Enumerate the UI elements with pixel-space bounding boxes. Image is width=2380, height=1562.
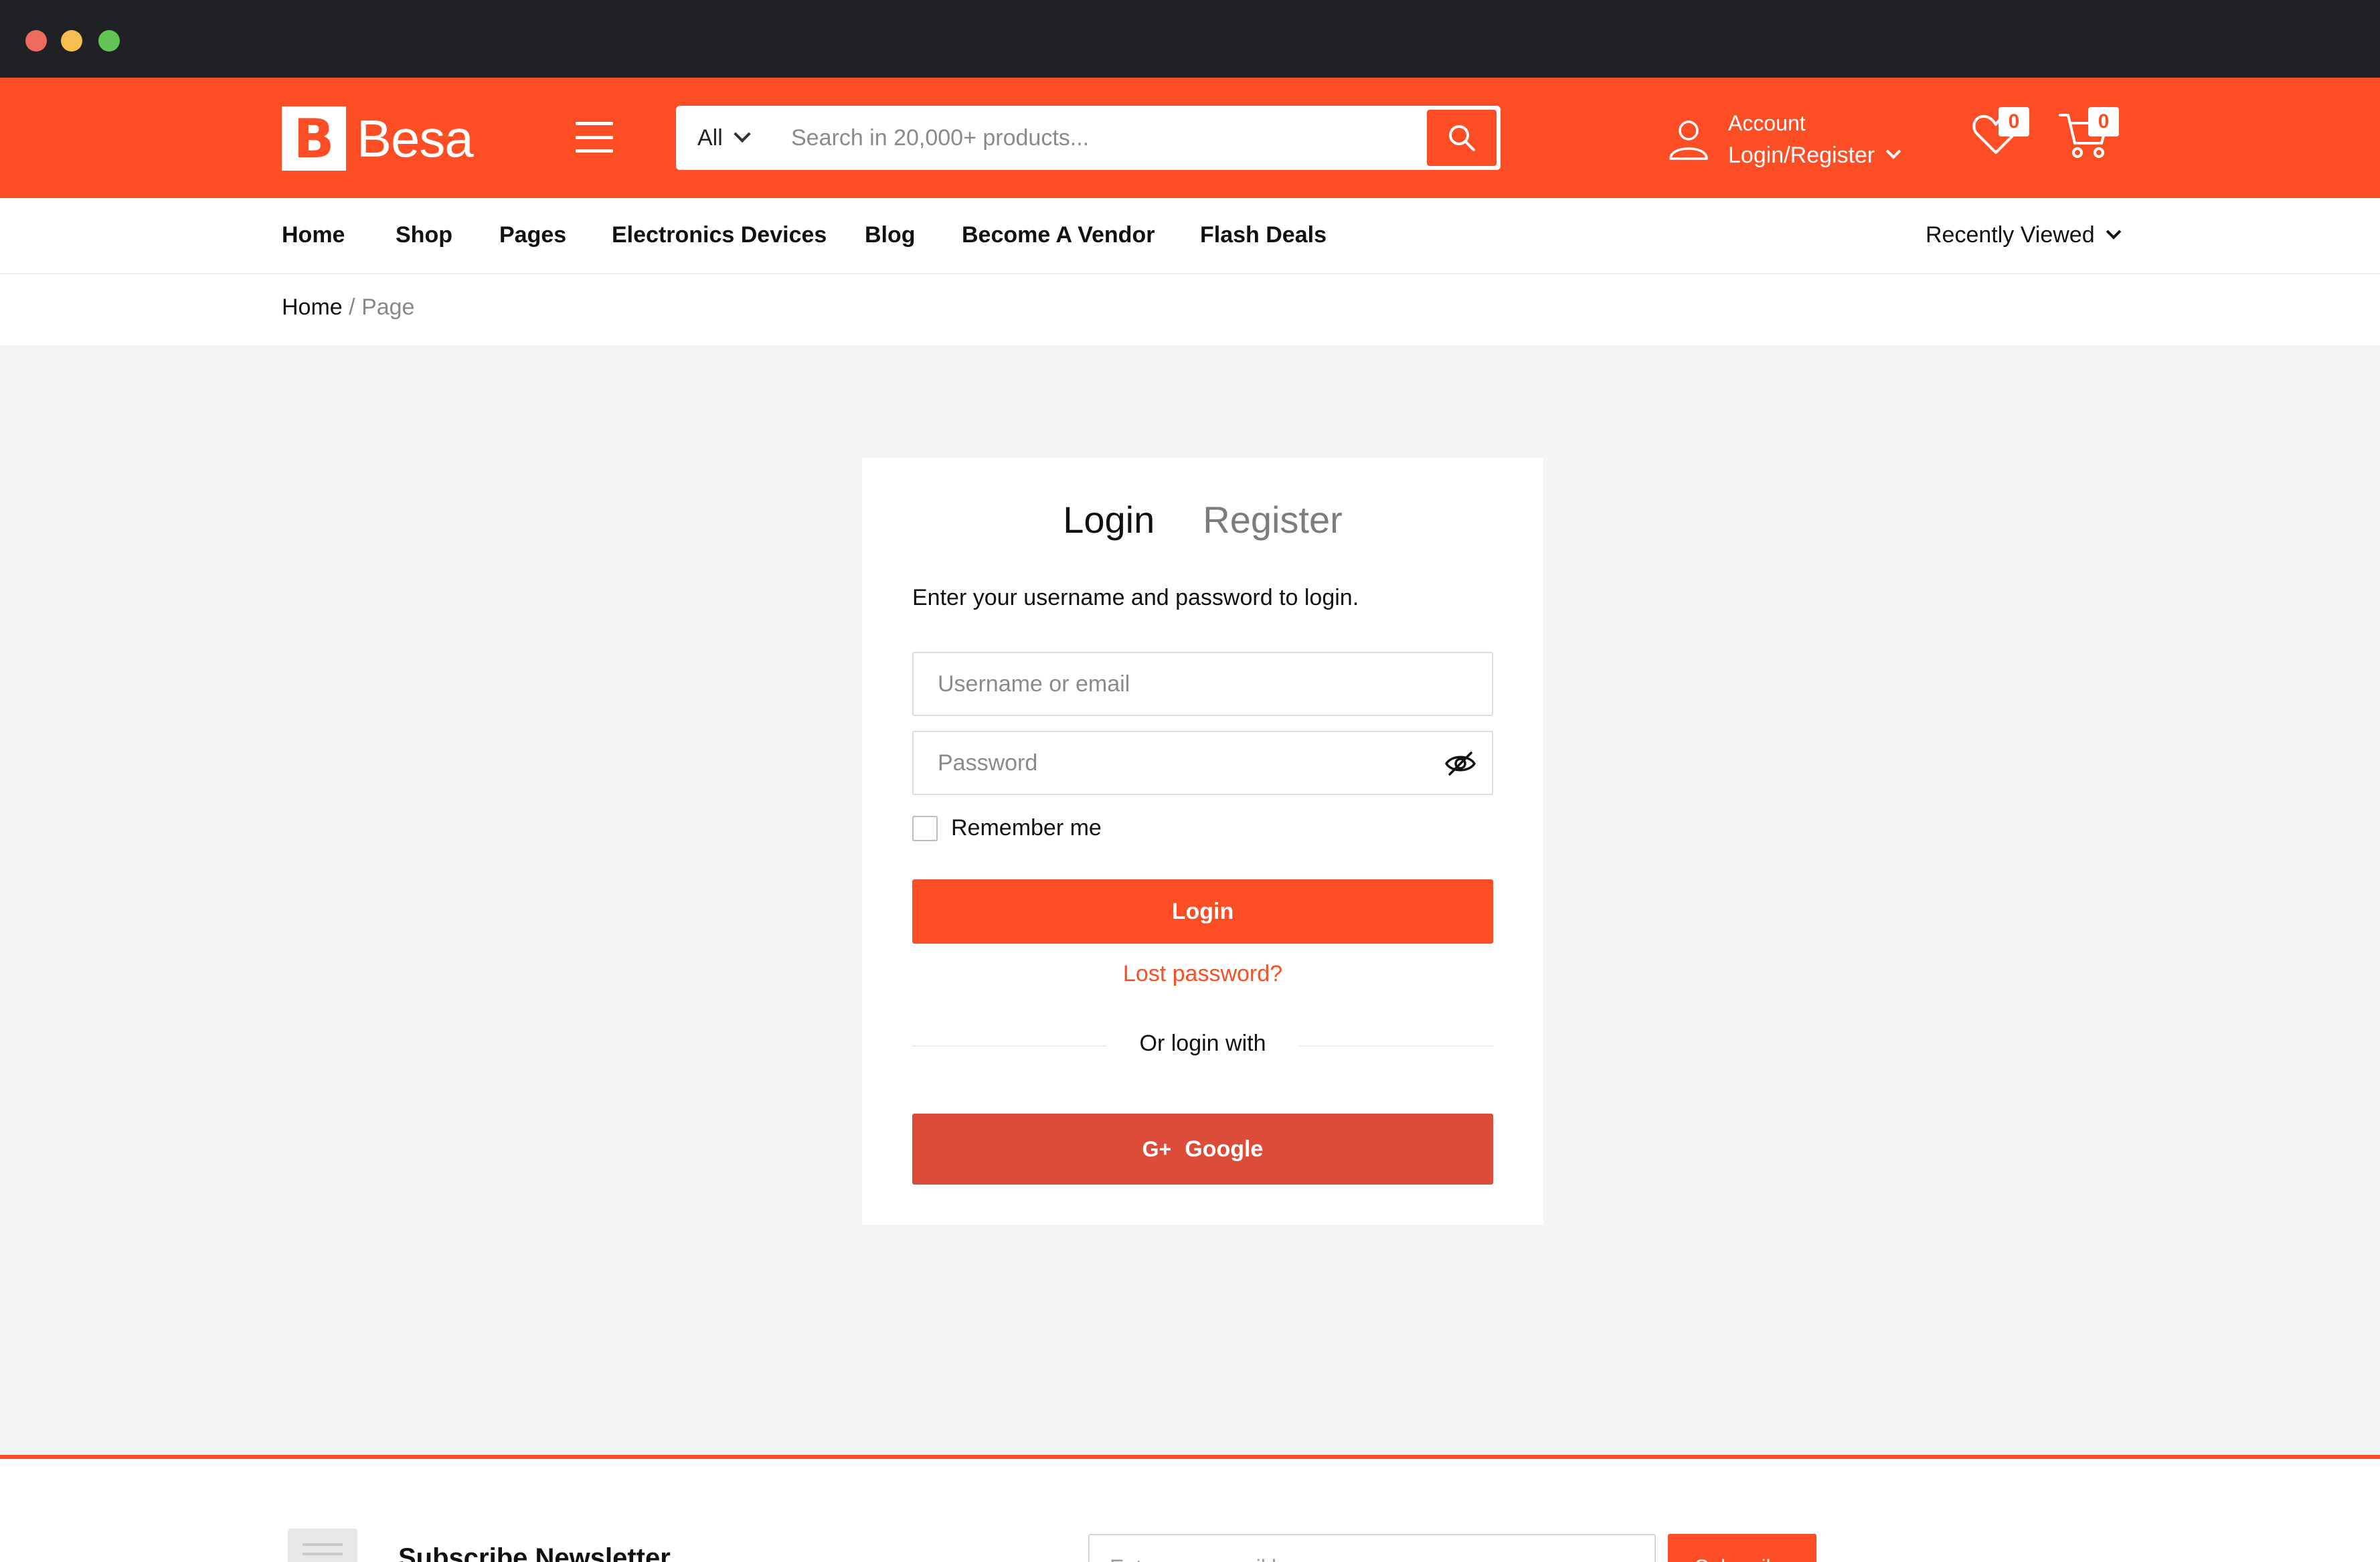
newsletter-title: Subscribe Newsletter — [398, 1543, 671, 1562]
or-divider: Or login with — [912, 1031, 1493, 1061]
tab-register[interactable]: Register — [1203, 498, 1343, 541]
breadcrumb-bar: Home / Page — [0, 274, 2380, 345]
account-label: Account — [1728, 111, 1806, 135]
search-category-select[interactable]: All — [697, 110, 751, 166]
divider-line-right — [1299, 1045, 1493, 1047]
logo-text: Besa — [357, 108, 474, 168]
recently-viewed-dropdown[interactable]: Recently Viewed — [1926, 222, 2121, 248]
login-register-link[interactable]: Login/Register — [1728, 139, 1875, 171]
wishlist-count-badge: 0 — [1999, 107, 2029, 137]
google-plus-icon: G+ — [1142, 1136, 1172, 1161]
search-category-label: All — [697, 124, 723, 151]
site-header: B Besa All Account Login/Register — [0, 78, 2380, 198]
nav-item-flash-deals[interactable]: Flash Deals — [1200, 222, 1327, 248]
remember-me-label: Remember me — [951, 815, 1102, 841]
chevron-down-icon — [734, 125, 751, 143]
lost-password-link[interactable]: Lost password? — [862, 961, 1543, 987]
window-titlebar — [0, 0, 2380, 78]
eye-off-icon — [1445, 752, 1476, 776]
search-bar: All — [676, 106, 1501, 170]
toggle-password-visibility-button[interactable] — [1444, 747, 1477, 784]
search-button[interactable] — [1427, 110, 1497, 166]
search-icon — [1449, 125, 1475, 151]
menu-icon[interactable] — [576, 122, 613, 153]
breadcrumb-separator: / — [349, 294, 355, 320]
newsletter-email-input[interactable] — [1090, 1535, 1654, 1562]
remember-me-checkbox[interactable] — [912, 815, 938, 841]
maximize-window-button[interactable] — [98, 30, 120, 52]
wishlist-button[interactable]: 0 — [1970, 107, 2029, 163]
nav-item-become-a-vendor[interactable]: Become A Vendor — [962, 222, 1155, 248]
nav-item-electronics-devices[interactable]: Electronics Devices — [612, 222, 827, 248]
cart-button[interactable]: 0 — [2057, 107, 2119, 165]
main-nav: Home Shop Pages Electronics Devices Blog… — [0, 198, 2380, 274]
or-login-with-text: Or login with — [1139, 1031, 1266, 1056]
close-window-button[interactable] — [25, 30, 47, 52]
account-menu[interactable]: Account Login/Register — [1667, 106, 1901, 173]
login-card: Login Register Enter your username and p… — [862, 458, 1543, 1225]
username-input[interactable] — [914, 653, 1492, 715]
breadcrumb: Home / Page — [282, 294, 414, 321]
breadcrumb-home-link[interactable]: Home — [282, 294, 343, 320]
auth-tabs: Login Register — [862, 498, 1543, 541]
google-login-button[interactable]: G+ Google — [912, 1114, 1493, 1185]
chevron-down-icon — [2106, 224, 2121, 240]
recently-viewed-label: Recently Viewed — [1926, 222, 2095, 248]
nav-item-shop[interactable]: Shop — [396, 222, 452, 248]
login-button[interactable]: Login — [912, 879, 1493, 944]
nav-item-blog[interactable]: Blog — [865, 222, 916, 248]
subscribe-button[interactable]: Subscribe — [1668, 1534, 1816, 1562]
password-input[interactable] — [914, 732, 1492, 794]
nav-item-home[interactable]: Home — [282, 222, 345, 248]
cart-count-badge: 0 — [2088, 107, 2119, 137]
chevron-down-icon — [1885, 144, 1901, 159]
google-button-label: Google — [1185, 1136, 1264, 1162]
nav-item-pages[interactable]: Pages — [499, 222, 566, 248]
remember-me-row[interactable]: Remember me — [912, 815, 1102, 841]
site-footer: Subscribe Newsletter Subscribe — [0, 1455, 2380, 1562]
logo-mark: B — [282, 106, 346, 171]
site-logo[interactable]: B Besa — [282, 106, 474, 171]
username-field — [912, 652, 1493, 716]
breadcrumb-current: Page — [361, 294, 415, 320]
password-field — [912, 731, 1493, 795]
search-input[interactable] — [791, 110, 1420, 166]
minimize-window-button[interactable] — [61, 30, 82, 52]
user-icon — [1669, 120, 1708, 160]
login-intro-text: Enter your username and password to logi… — [912, 585, 1359, 610]
tab-login[interactable]: Login — [1063, 498, 1155, 541]
newsletter-icon — [288, 1529, 357, 1562]
newsletter-email-field — [1088, 1534, 1656, 1562]
